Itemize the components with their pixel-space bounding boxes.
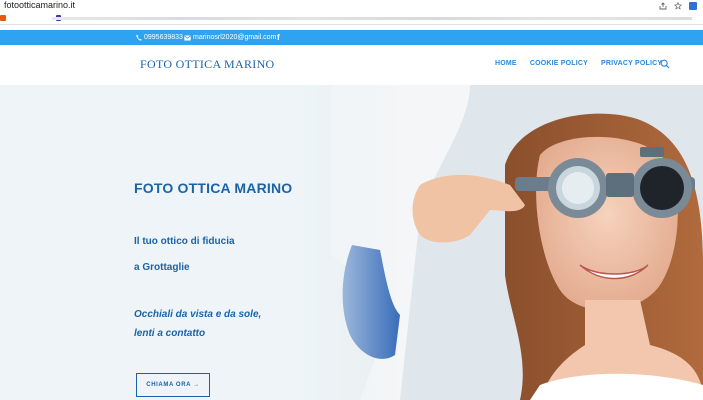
hero-tagline-2: a Grottaglie	[134, 262, 190, 273]
url-text[interactable]: fotootticamarino.it	[4, 0, 75, 11]
bookmark-icon[interactable]	[0, 15, 6, 21]
site-logo[interactable]: FOTO OTTICA MARINO	[140, 57, 275, 72]
share-icon[interactable]	[659, 1, 667, 10]
phone-number: 0995639833	[144, 34, 183, 41]
phone-contact[interactable]: 0995639833	[136, 33, 183, 42]
hero-section: FOTO OTTICA MARINO Il tuo ottico di fidu…	[0, 85, 703, 400]
nav-home[interactable]: HOME	[495, 60, 517, 67]
browser-address-bar[interactable]: fotootticamarino.it	[0, 0, 703, 12]
main-nav: HOME COOKIE POLICY PRIVACY POLICY	[495, 60, 662, 67]
bookmarks-strip	[52, 17, 692, 20]
email-contact[interactable]: marinosrl2020@gmail.com	[184, 33, 276, 42]
browser-toolbar-icons	[659, 0, 697, 11]
facebook-icon[interactable]: f	[277, 33, 280, 42]
envelope-icon	[184, 35, 191, 40]
hero-products-2: lenti a contatto	[134, 328, 206, 339]
bookmarks-bar	[0, 12, 703, 25]
search-icon[interactable]	[660, 59, 670, 69]
nav-privacy-policy[interactable]: PRIVACY POLICY	[601, 60, 662, 67]
hero-tagline-1: Il tuo ottico di fiducia	[134, 236, 235, 247]
nav-cookie-policy[interactable]: COOKIE POLICY	[530, 60, 588, 67]
site-header: FOTO OTTICA MARINO HOME COOKIE POLICY PR…	[0, 45, 703, 85]
hero-products-1: Occhiali da vista e da sole,	[134, 309, 262, 320]
phone-icon	[136, 34, 142, 41]
hero-title: FOTO OTTICA MARINO	[134, 180, 293, 196]
email-address: marinosrl2020@gmail.com	[193, 34, 277, 41]
star-icon[interactable]	[674, 1, 682, 10]
call-now-button[interactable]: CHIAMA ORA →	[136, 373, 210, 397]
facebook-link[interactable]: f	[277, 33, 280, 42]
extension-icon[interactable]	[689, 1, 697, 10]
top-info-bar: 0995639833 marinosrl2020@gmail.com f	[0, 30, 703, 45]
hero-photo-optometrist	[0, 85, 703, 400]
